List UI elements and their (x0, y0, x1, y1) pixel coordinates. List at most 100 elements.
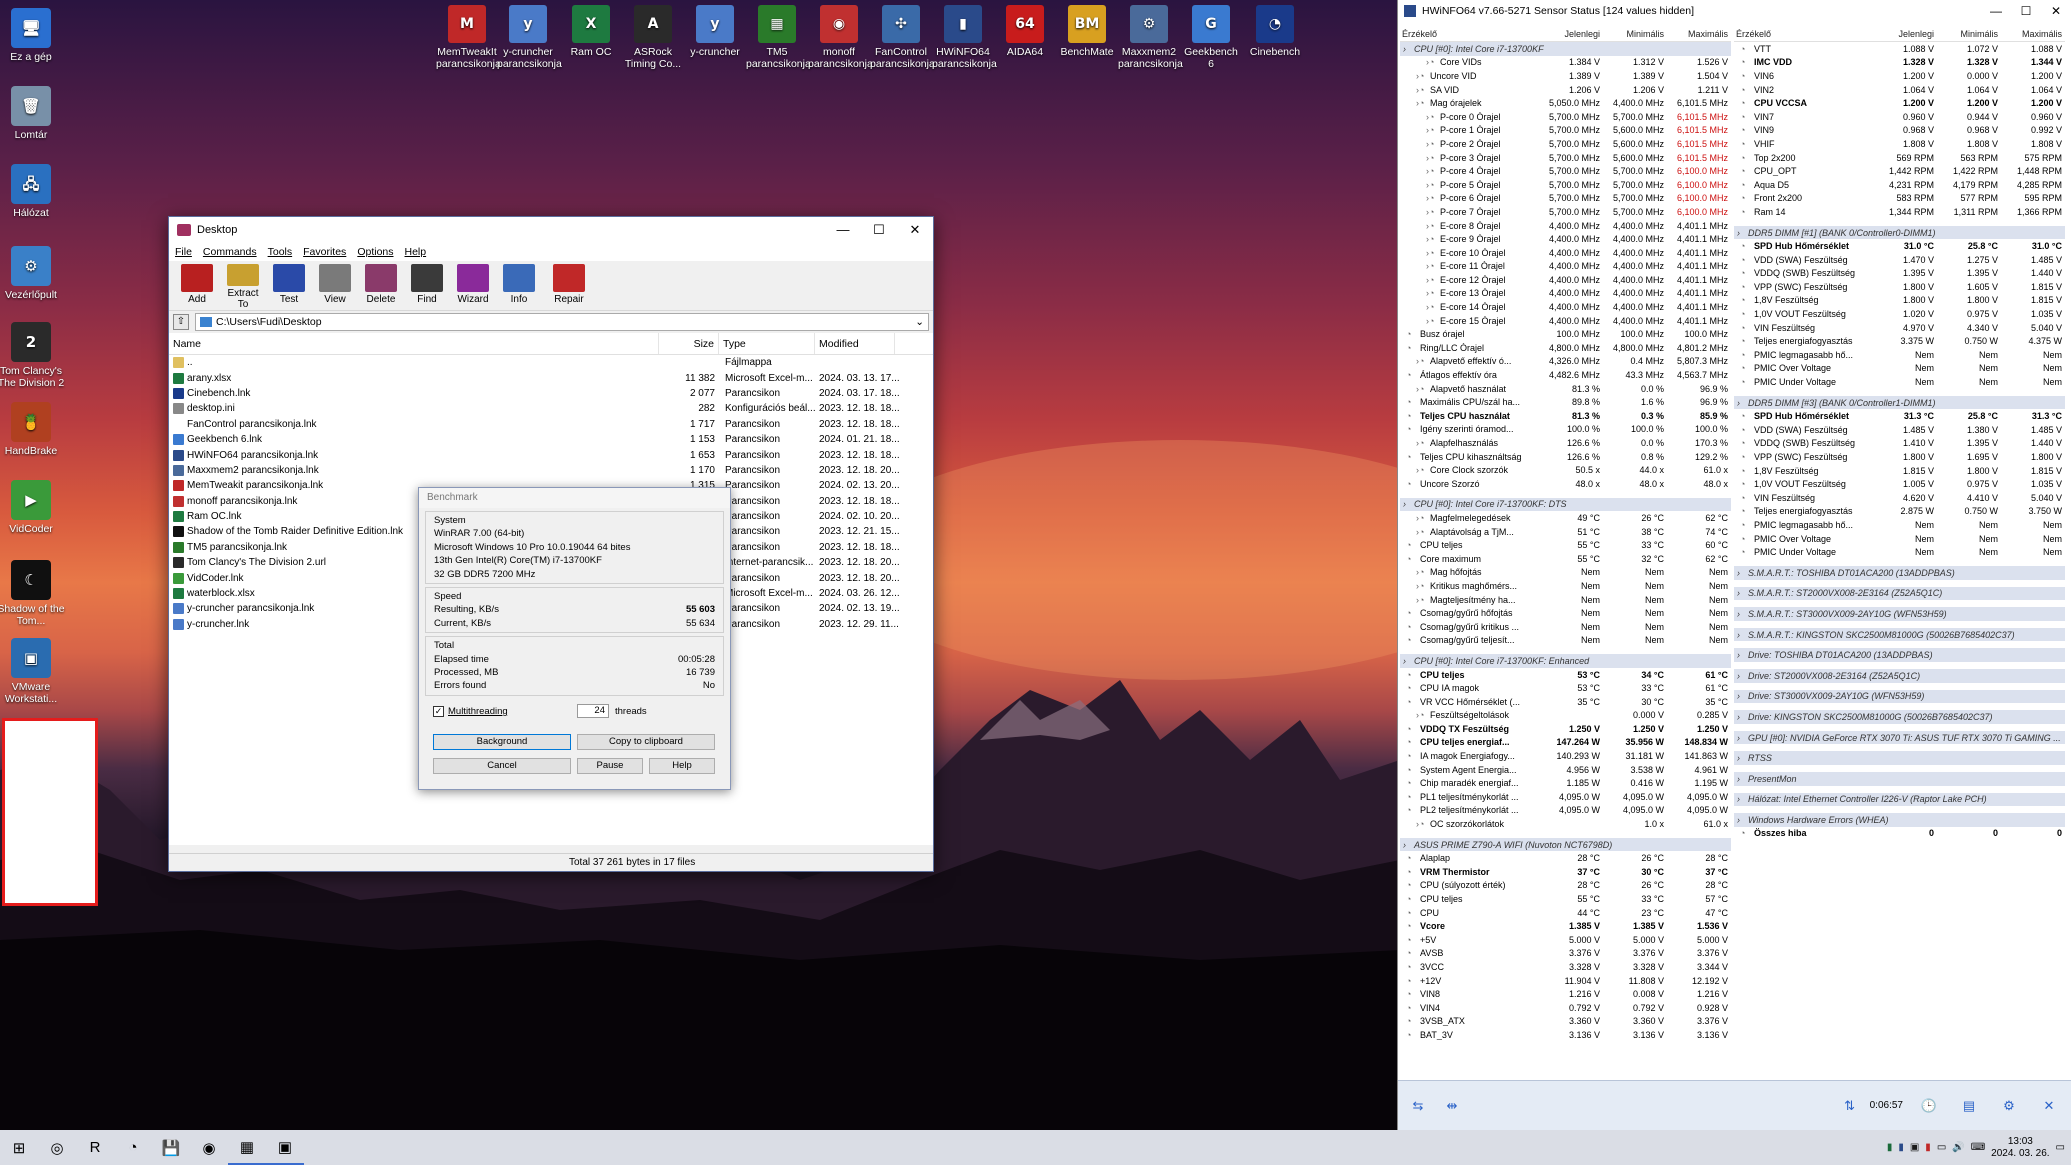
sensor-section[interactable]: › GPU [#0]: NVIDIA GeForce RTX 3070 Ti: A… (1734, 730, 2065, 745)
expand-chevron-icon[interactable]: › (1734, 733, 1746, 743)
expand-chevron-icon[interactable]: › (1734, 588, 1746, 598)
desktop-shortcut[interactable]: 🗑 Lomtár (0, 86, 70, 141)
taskbar-app[interactable]: ▣ (266, 1130, 304, 1165)
sensor-row[interactable]: ◔ 1,0V VOUT Feszültség 1.005 V 0.975 V 1.035… (1734, 477, 2065, 491)
expand-chevron-icon[interactable]: › (1734, 630, 1746, 640)
background-button[interactable]: Background (433, 734, 571, 750)
sensor-row[interactable]: ◔ Busz órajel 100.0 MHz 100.0 MHz 100.0 MHz (1400, 327, 1731, 341)
tray-icon[interactable]: ▭ (1937, 1142, 1946, 1153)
menu-item[interactable]: Options (357, 246, 393, 258)
sensor-section[interactable]: › DDR5 DIMM [#3] (BANK 0/Controller1-DIMM… (1734, 395, 2065, 410)
expand-chevron-icon[interactable]: › (1734, 609, 1746, 619)
sensor-row[interactable]: ›◔ Alapvető effektív ó... 4,326.0 MHz 0.4 M… (1400, 355, 1731, 369)
sensor-section[interactable]: › S.M.A.R.T.: KINGSTON SKC2500M81000G (50… (1734, 627, 2065, 642)
toolbar-button[interactable]: Add (175, 261, 219, 310)
sensor-row[interactable]: ›◔ Core Clock szorzók 50.5 x 44.0 x 61.0 x (1400, 463, 1731, 477)
sensor-row[interactable]: ◔ Aqua D5 4,231 RPM 4,179 RPM 4,285 RPM (1734, 178, 2065, 192)
sensor-row[interactable]: ›◔ P-core 7 Órajel 5,700.0 MHz 5,700.0 MHz 6… (1400, 205, 1731, 219)
sensor-row[interactable]: ◔ System Agent Energia... 4.956 W 3.538 W 4.… (1400, 763, 1731, 777)
expand-chevron-icon[interactable]: › (1734, 712, 1746, 722)
sensor-row[interactable]: ◔ Vcore 1.385 V 1.385 V 1.536 V (1400, 919, 1731, 933)
sensor-row[interactable]: ◔ CPU VCCSA 1.200 V 1.200 V 1.200 V (1734, 96, 2065, 110)
sensor-section[interactable]: › DDR5 DIMM [#1] (BANK 0/Controller0-DIMM… (1734, 225, 2065, 240)
header-max[interactable]: Maximális (2001, 29, 2065, 39)
col-name[interactable]: Name (169, 333, 659, 354)
sensor-row[interactable]: ◔ PMIC Over Voltage Nem Nem Nem (1734, 362, 2065, 376)
sensor-row[interactable]: ›◔ Mag hőfojtás Nem Nem Nem (1400, 566, 1731, 580)
sensor-row[interactable]: ◔ VIN2 1.064 V 1.064 V 1.064 V (1734, 83, 2065, 97)
pause-button[interactable]: Pause (577, 758, 643, 774)
expand-chevron-icon[interactable]: › (1734, 671, 1746, 681)
path-field[interactable]: C:\Users\Fudi\Desktop ⌄ (195, 313, 929, 331)
clock[interactable]: 13:03 2024. 03. 26. (1991, 1136, 2049, 1160)
cancel-button[interactable]: Cancel (433, 758, 571, 774)
sensor-row[interactable]: ◔ VDDQ TX Feszültség 1.250 V 1.250 V 1.250 V (1400, 722, 1731, 736)
expand-chevron-icon[interactable]: › (1734, 691, 1746, 701)
sensor-row[interactable]: ›◔ SA VID 1.206 V 1.206 V 1.211 V (1400, 83, 1731, 97)
sensor-row[interactable]: ◔ Ram 14 1,344 RPM 1,311 RPM 1,366 RPM (1734, 205, 2065, 219)
tray-icon[interactable]: ▮ (1898, 1142, 1904, 1153)
toolbar-button[interactable]: Test (267, 261, 311, 310)
maximize-button[interactable]: ☐ (2011, 4, 2041, 18)
sensor-row[interactable]: ◔ Teljes energiafogyasztás 3.375 W 0.750 W 4… (1734, 334, 2065, 348)
toolbar-button[interactable]: Wizard (451, 261, 495, 310)
network-icon[interactable]: ⇅ (1836, 1094, 1864, 1118)
start-button[interactable]: ⊞ (0, 1130, 38, 1165)
desktop-shortcut[interactable]: 🖧 Hálózat (0, 164, 70, 219)
sensor-row[interactable]: ◔ AVSB 3.376 V 3.376 V 3.376 V (1400, 947, 1731, 961)
sensor-row[interactable]: ◔ 1,8V Feszültség 1.815 V 1.800 V 1.815 V (1734, 464, 2065, 478)
sensor-row[interactable]: ◔ Csomag/gyűrű hőfojtás Nem Nem Nem (1400, 606, 1731, 620)
sensor-row[interactable]: ◔ SPD Hub Hőmérséklet 31.0 °C 25.8 °C 31.0 °… (1734, 239, 2065, 253)
desktop-shortcut[interactable]: ⚙ Vezérlőpult (0, 246, 70, 301)
toolbar-button[interactable]: Find (405, 261, 449, 310)
sensor-section[interactable]: › S.M.A.R.T.: ST3000VX009-2AY10G (WFN53H5… (1734, 607, 2065, 621)
copy-clipboard-button[interactable]: Copy to clipboard (577, 734, 715, 750)
expand-chevron-icon[interactable]: › (1734, 774, 1746, 784)
sensor-row[interactable]: ◔ 3VSB_ATX 3.360 V 3.360 V 3.376 V (1400, 1015, 1731, 1029)
desktop-shortcut[interactable]: ◉ monoff parancsikonja (808, 5, 873, 70)
sensor-row[interactable]: ›◔ E-core 10 Órajel 4,400.0 MHz 4,400.0 MHz… (1400, 246, 1731, 260)
arrows-collapse-icon[interactable]: ⇹ (1438, 1094, 1466, 1118)
expand-chevron-icon[interactable]: › (1400, 840, 1412, 850)
taskbar-app[interactable]: ◔ (114, 1130, 152, 1165)
taskbar-app[interactable]: R (76, 1130, 114, 1165)
desktop-shortcut[interactable]: ✣ FanControl parancsikonja (870, 5, 935, 70)
sensor-row[interactable]: ◔ Alaplap 28 °C 26 °C 28 °C (1400, 851, 1731, 865)
sensor-row[interactable]: ›◔ P-core 4 Órajel 5,700.0 MHz 5,700.0 MHz 6… (1400, 164, 1731, 178)
sensor-row[interactable]: ›◔ Core VIDs 1.384 V 1.312 V 1.526 V (1400, 56, 1731, 70)
sensor-row[interactable]: ◔ Csomag/gyűrű teljesít... Nem Nem Nem (1400, 634, 1731, 648)
sensor-row[interactable]: ◔ 3VCC 3.328 V 3.328 V 3.344 V (1400, 960, 1731, 974)
sensor-row[interactable]: ›◔ P-core 5 Órajel 5,700.0 MHz 5,700.0 MHz 6… (1400, 178, 1731, 192)
sensor-row[interactable]: ◔ Teljes CPU kihasználtság 126.6 % 0.8 % 129… (1400, 450, 1731, 464)
desktop-shortcut[interactable]: ☾ Shadow of the Tom... (0, 560, 70, 627)
sensor-section[interactable]: › ASUS PRIME Z790-A WIFI (Nuvoton NCT6798… (1400, 837, 1731, 852)
sensor-row[interactable]: ◔ VRM Thermistor 37 °C 30 °C 37 °C (1400, 865, 1731, 879)
sensor-row[interactable]: ◔ CPU teljes 55 °C 33 °C 57 °C (1400, 892, 1731, 906)
sensor-row[interactable]: ◔ SPD Hub Hőmérséklet 31.3 °C 25.8 °C 31.3 °… (1734, 409, 2065, 423)
file-row[interactable]: .. Fájlmappa (169, 355, 933, 370)
taskbar-app[interactable]: ◉ (190, 1130, 228, 1165)
file-row[interactable]: Maxxmem2 parancsikonja.lnk 1 170 Parancsik… (169, 463, 933, 478)
sensor-row[interactable]: ›◔ P-core 3 Órajel 5,700.0 MHz 5,600.0 MHz 6… (1400, 151, 1731, 165)
desktop-shortcut[interactable]: ▦ TM5 parancsikonja (746, 5, 811, 70)
sensor-row[interactable]: ◔ Core maximum 55 °C 32 °C 62 °C (1400, 552, 1731, 566)
notification-icon[interactable]: ▭ (2056, 1142, 2065, 1153)
sensor-section[interactable]: › Drive: ST3000VX009-2AY10G (WFN53H59) (1734, 689, 2065, 704)
sensor-row[interactable]: ◔ VDDQ (SWB) Feszültség 1.410 V 1.395 V 1.44… (1734, 437, 2065, 451)
desktop-shortcut[interactable]: G Geekbench 6 (1180, 5, 1242, 70)
expand-chevron-icon[interactable]: › (1734, 815, 1746, 825)
menu-item[interactable]: Tools (268, 246, 293, 258)
header-min[interactable]: Minimális (1603, 29, 1667, 39)
sensor-row[interactable]: ◔ CPU teljes 53 °C 34 °C 61 °C (1400, 668, 1731, 682)
sensor-row[interactable]: ◔ PL1 teljesítménykorlát ... 4,095.0 W 4,09… (1400, 790, 1731, 804)
sensor-row[interactable]: ◔ CPU (súlyozott érték) 28 °C 26 °C 28 °C (1400, 879, 1731, 893)
desktop-shortcut[interactable]: M MemTweakIt parancsikonja (436, 5, 501, 70)
sensor-section[interactable]: › Drive: KINGSTON SKC2500M81000G (50026B7… (1734, 710, 2065, 724)
col-size[interactable]: Size (659, 333, 719, 354)
sensor-row[interactable]: ◔ CPU_OPT 1,442 RPM 1,422 RPM 1,448 RPM (1734, 164, 2065, 178)
minimize-button[interactable]: — (1981, 4, 2011, 18)
sensor-row[interactable]: ◔ Ring/LLC Órajel 4,800.0 MHz 4,800.0 MHz 4,… (1400, 341, 1731, 355)
language-icon[interactable]: ⌨ (1971, 1142, 1985, 1153)
sensor-row[interactable]: ›◔ Alapfelhasználás 126.6 % 0.0 % 170.3 % (1400, 436, 1731, 450)
sensor-row[interactable]: ◔ 1,8V Feszültség 1.800 V 1.800 V 1.815 V (1734, 294, 2065, 308)
